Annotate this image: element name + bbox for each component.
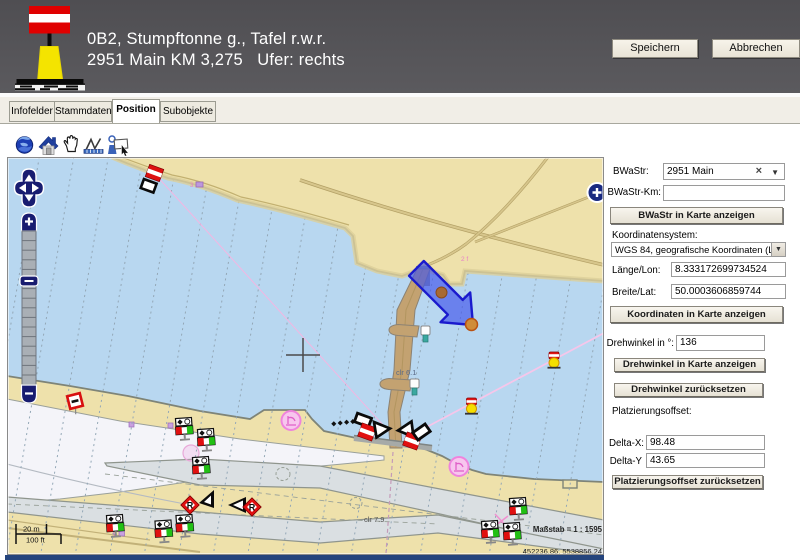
svg-text:20 m: 20 m: [23, 525, 40, 534]
svg-text:clr 6.1: clr 6.1: [396, 368, 416, 377]
svg-text:Maßstab = 1 : 1595: Maßstab = 1 : 1595: [533, 525, 603, 534]
svg-text:100 ft: 100 ft: [26, 536, 46, 545]
svg-text:R: R: [249, 503, 256, 513]
svg-text:R: R: [187, 501, 194, 511]
svg-text:2 f: 2 f: [461, 256, 468, 263]
svg-text:clr 7.9: clr 7.9: [364, 515, 384, 524]
